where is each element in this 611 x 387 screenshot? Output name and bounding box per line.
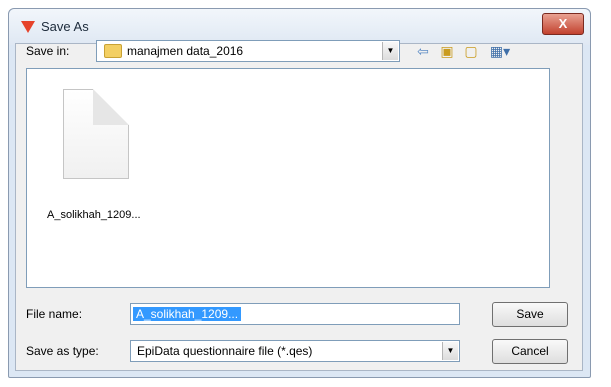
dialog-title: Save As [41, 19, 89, 34]
folder-icon [104, 44, 122, 58]
save-button[interactable]: Save [492, 302, 568, 327]
cancel-button[interactable]: Cancel [492, 339, 568, 364]
back-arrow-icon[interactable]: ⇦ [414, 42, 432, 60]
chevron-down-icon[interactable]: ▼ [382, 42, 398, 60]
save-in-label: Save in: [26, 44, 70, 58]
file-list[interactable]: A_solikhah_1209... [26, 68, 550, 288]
file-name-label: File name: [26, 307, 83, 321]
up-folder-icon[interactable]: ▣ [438, 42, 456, 60]
save-as-type-value: EpiData questionnaire file (*.qes) [137, 344, 313, 358]
app-icon [21, 21, 35, 33]
save-as-type-dropdown[interactable]: EpiData questionnaire file (*.qes) ▼ [130, 340, 460, 362]
views-menu-icon[interactable]: ▦▾ [486, 42, 514, 60]
save-in-dropdown[interactable]: manajmen data_2016 ▼ [96, 40, 400, 62]
save-as-type-label: Save as type: [26, 344, 99, 358]
file-name-input[interactable]: A_solikhah_1209... [130, 303, 460, 325]
file-item-name: A_solikhah_1209... [47, 209, 141, 221]
file-name-value: A_solikhah_1209... [133, 307, 242, 321]
file-item[interactable]: A_solikhah_1209... [39, 83, 149, 243]
chevron-down-icon[interactable]: ▼ [442, 342, 458, 360]
new-folder-icon[interactable]: ▢ [462, 42, 480, 60]
save-in-value: manajmen data_2016 [127, 44, 244, 58]
close-button[interactable]: X [542, 13, 584, 35]
document-icon [63, 89, 129, 179]
